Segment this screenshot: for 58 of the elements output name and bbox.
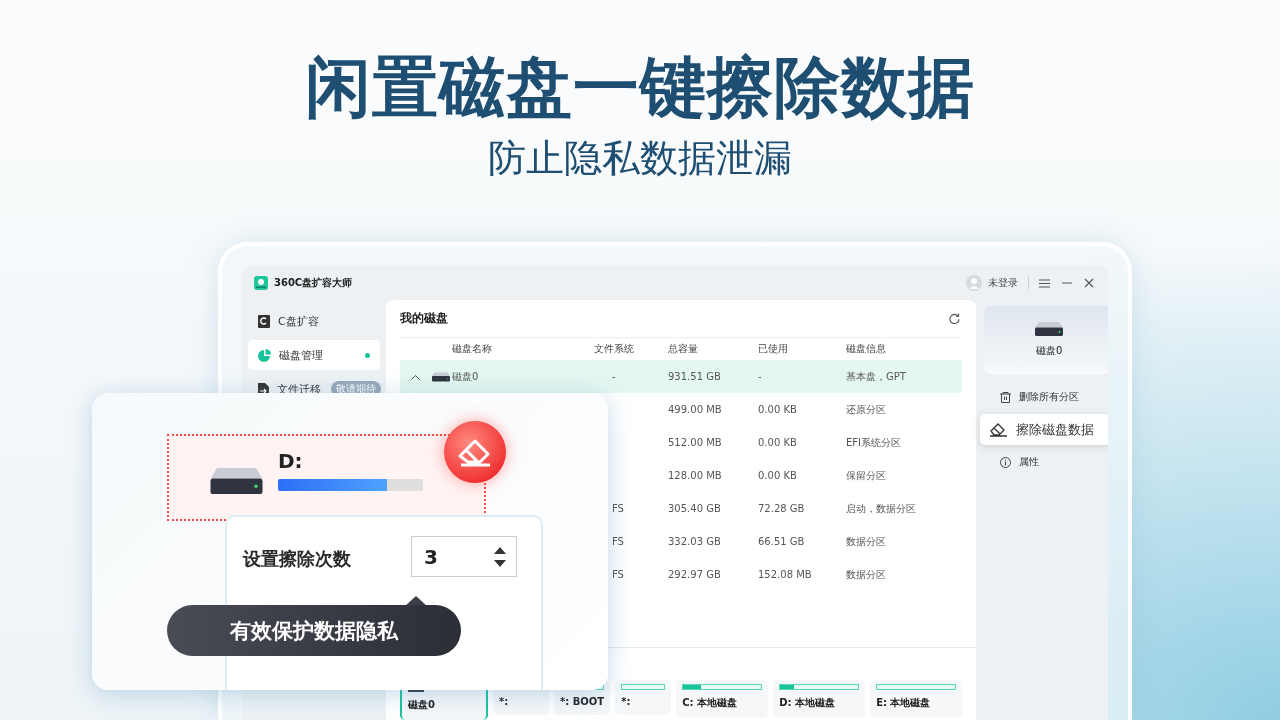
table-cell: 启动，数据分区	[846, 502, 916, 514]
sidebar-item[interactable]: 磁盘管理	[248, 340, 380, 370]
table-cell: 931.51 GB	[668, 371, 721, 382]
partition-label: *:	[621, 696, 632, 707]
table-cell: FS	[612, 536, 624, 547]
app-title: 360C盘扩容大师	[274, 276, 353, 290]
column-header: 已使用	[758, 342, 789, 356]
table-cell: 72.28 GB	[758, 503, 805, 514]
table-cell: 还原分区	[846, 403, 886, 415]
table-cell: 数据分区	[846, 535, 886, 547]
table-cell: 0.00 KB	[758, 437, 797, 448]
disk-name: 磁盘0	[1035, 344, 1063, 358]
table-cell: 292.97 GB	[668, 569, 721, 580]
tooltip: 有效保护数据隐私	[167, 596, 461, 656]
subheadline: 防止隐私数据泄漏	[488, 135, 792, 182]
table-cell: -	[612, 371, 616, 382]
sidebar-item[interactable]: C盘扩容	[248, 306, 380, 336]
partition-label: *:	[499, 696, 510, 707]
table-cell: FS	[612, 503, 624, 514]
column-header: 磁盘名称	[452, 342, 493, 356]
column-header: 文件系统	[594, 342, 635, 356]
erase-count-label: 设置擦除次数	[243, 547, 351, 571]
headline: 闲置磁盘一键擦除数据	[305, 48, 975, 128]
table-cell: 332.03 GB	[668, 536, 721, 547]
partition-label: *: BOOT	[560, 696, 605, 707]
column-header: 总容量	[668, 342, 699, 356]
table-cell: FS	[612, 569, 624, 580]
partition-card[interactable]: E: 本地磁盘	[870, 680, 963, 718]
erase-count-field[interactable]: 3	[411, 536, 517, 577]
partition-card[interactable]: C: 本地磁盘	[676, 680, 769, 718]
table-cell: 磁盘0	[452, 370, 479, 382]
login-status[interactable]: 未登录	[988, 276, 1018, 290]
table-cell: 数据分区	[846, 568, 886, 580]
action-item[interactable]: 属性	[984, 449, 1108, 475]
table-cell: 499.00 MB	[668, 404, 722, 415]
panel-title: 我的磁盘	[400, 310, 448, 327]
partition-card[interactable]: D: 本地磁盘	[773, 680, 866, 718]
table-cell: -	[758, 371, 762, 382]
partition-label: D: 本地磁盘	[779, 696, 836, 710]
table-cell: 512.00 MB	[668, 437, 722, 448]
table-cell: 305.40 GB	[668, 503, 721, 514]
table-cell: 66.51 GB	[758, 536, 805, 547]
partition-card[interactable]: *:	[615, 680, 672, 715]
table-cell: 152.08 MB	[758, 569, 812, 580]
disk-row[interactable]: 磁盘0 - 931.51 GB - 基本盘，GPT	[400, 360, 963, 393]
partition-label: E: 本地磁盘	[876, 696, 932, 710]
table-cell: 0.00 KB	[758, 404, 797, 415]
partition-label: C: 本地磁盘	[682, 696, 738, 710]
action-item[interactable]: 删除所有分区	[984, 384, 1108, 410]
table-cell: 保留分区	[846, 469, 886, 481]
partition-label: 磁盘0	[408, 698, 436, 712]
action-item[interactable]: 擦除磁盘数据	[980, 414, 1108, 445]
table-cell: EFI系统分区	[846, 436, 902, 448]
table-cell: 128.00 MB	[668, 470, 722, 481]
table-cell: 基本盘，GPT	[846, 370, 906, 382]
table-cell: 0.00 KB	[758, 470, 797, 481]
drive-label: D:	[278, 449, 303, 473]
column-header: 磁盘信息	[846, 342, 887, 356]
